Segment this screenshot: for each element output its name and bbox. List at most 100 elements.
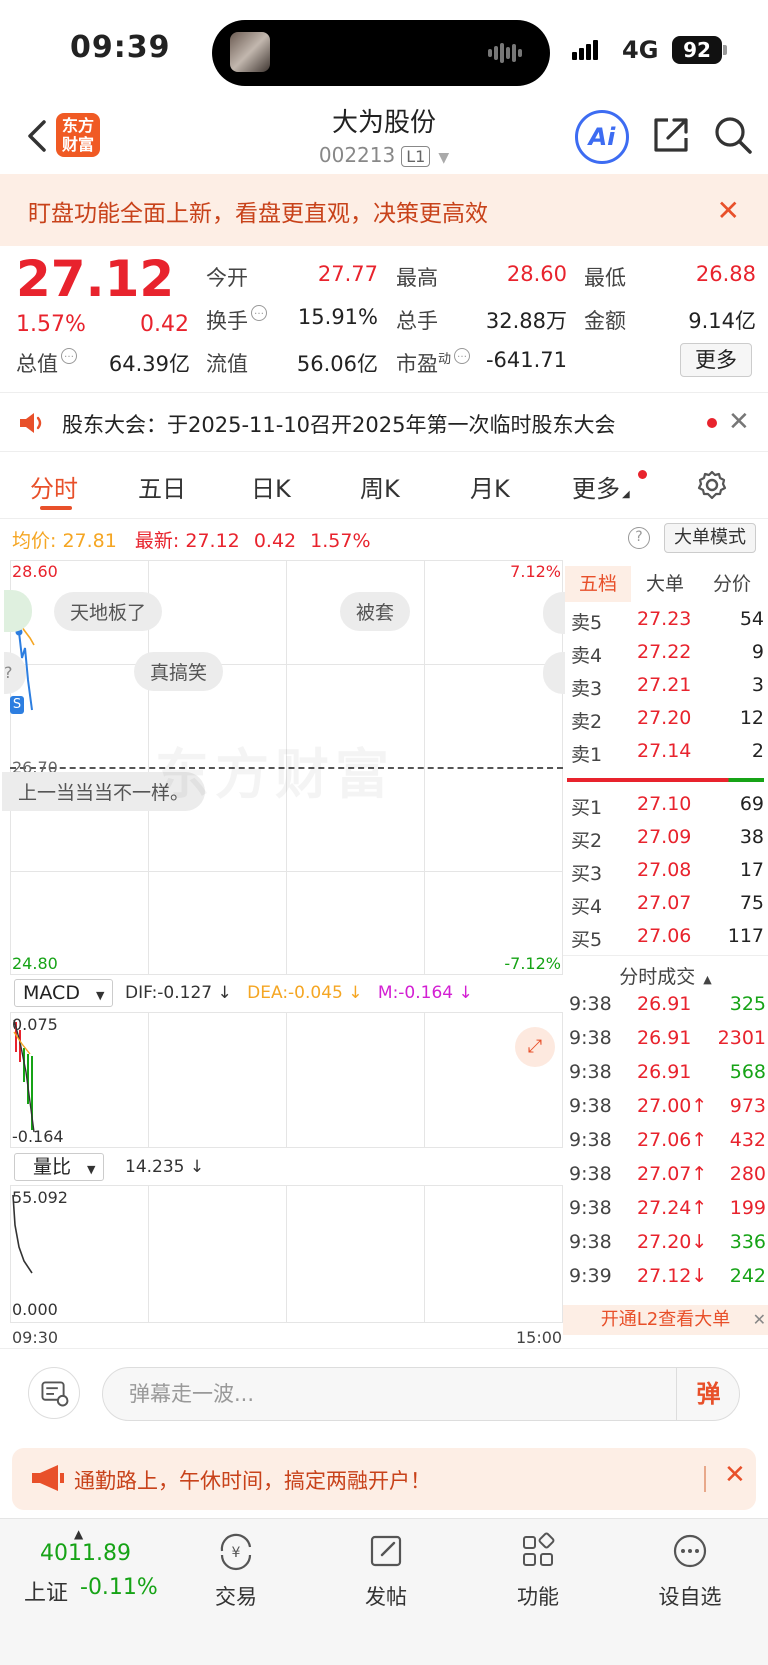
bid-vol: 117 [727,925,764,947]
amount-value: 9.14亿 [688,309,756,333]
tab-five-level[interactable]: 五档 [565,566,631,602]
danmaku-settings-icon[interactable] [28,1367,80,1419]
bid-label: 买5 [571,929,603,951]
share-icon[interactable] [650,114,692,156]
tab-price-dist[interactable]: 分价 [699,566,765,602]
time-start-label: 09:30 [12,1328,59,1347]
macd-dea: DEA:-0.045 ↓ [247,983,363,1003]
tab-more[interactable]: 更多 ◢ [572,469,630,504]
promo-banner[interactable]: 通勤路上，午休时间，搞定两融开户！ ✕ [12,1448,756,1510]
order-book: 五档 大单 分价 卖5 27.23 54 卖4 27.22 9 卖3 27.21 3 卖2 2… [563,560,768,1340]
tick-price: 26.91 [637,1061,692,1083]
tab-weekly-k[interactable]: 周K [360,469,400,504]
low-value: 26.88 [695,262,756,286]
macd-name: MACD [23,982,80,1004]
pct-low-label: -7.12% [504,954,561,973]
bid-vol: 75 [739,892,764,914]
nav-functions-label: 功能 [517,1585,559,1609]
notice-bar[interactable]: 股东大会：于2025-11-10召开2025年第一次临时股东大会 [0,392,768,452]
ask-vol: 3 [751,674,764,696]
tick-price: 26.91 [637,993,692,1015]
notice-text: 股东大会：于2025-11-10召开2025年第一次临时股东大会 [62,413,616,437]
current-price: 27.12 [16,250,175,308]
info-icon[interactable]: … [61,348,77,364]
feature-banner[interactable]: 盯盘功能全面上新，看盘更直观，决策更高效 ✕ [0,174,768,246]
tab-monthly-k[interactable]: 月K [470,469,510,504]
tick-header[interactable]: 分时成交 ▲ [563,955,768,989]
danmaku-bubble[interactable]: 真搞笑 [134,652,224,691]
more-button[interactable]: 更多 [680,343,752,377]
bid-row: 买1 27.10 69 [567,793,764,825]
grid-line [148,1185,149,1323]
tick-vol: 199 [729,1197,766,1219]
battery-cap [723,45,727,55]
close-icon[interactable]: ✕ [724,1460,746,1490]
nav-add-watchlist[interactable]: 设自选 [640,1529,740,1611]
close-icon[interactable]: ✕ [728,407,750,437]
nav-post[interactable]: 发帖 [336,1529,436,1611]
ask-vol: 2 [751,740,764,762]
total-mv-label-text: 总值 [16,352,58,376]
low-label: 最低 [584,266,626,290]
tick-row: 9:38 26.91 325 [569,993,766,1027]
nav-functions[interactable]: 功能 [488,1529,588,1611]
tick-vol: 2301 [717,1027,766,1049]
bottom-nav: ▲ 4011.89 上证 -0.11% ¥ 交易 发帖 功能 设自选 [0,1518,768,1665]
tab-daily-k[interactable]: 日K [251,469,291,504]
ask-price: 27.22 [637,641,692,663]
grid-icon [523,1532,555,1566]
turnover-label: 换手… [206,305,267,335]
status-time: 09:39 [70,30,171,65]
danmaku-bubble[interactable]: 天地板了 [54,592,163,631]
tick-price: 27.20↓ [637,1231,708,1253]
close-icon[interactable]: ✕ [717,194,740,227]
l2-upgrade-bar[interactable]: 开通L2查看大单 ✕ [563,1305,768,1335]
trade-icon: ¥ [220,1533,252,1571]
nav-trade-label: 交易 [215,1585,257,1609]
bid-vol: 17 [739,859,764,881]
tick-row: 9:38 27.06↑ 432 [569,1129,766,1163]
tab-intraday[interactable]: 分时 [30,469,78,504]
ask-vol: 12 [739,707,764,729]
search-icon[interactable] [712,114,754,156]
danmaku-input[interactable]: 弹幕走一波... [102,1367,740,1421]
promo-text: 通勤路上，午休时间，搞定两融开户！ [74,1469,431,1493]
tab-big-order[interactable]: 大单 [633,566,697,602]
ask-price: 27.21 [637,674,692,696]
bid-price: 27.06 [637,925,692,947]
bid-row: 买5 27.06 117 [567,925,764,957]
bid-price: 27.07 [637,892,692,914]
tick-vol: 432 [729,1129,766,1151]
high-label: 最高 [396,266,438,290]
audio-wave-icon [488,42,528,64]
ask-row: 卖1 27.14 2 [567,740,764,772]
tick-row: 9:38 27.24↑ 199 [569,1197,766,1231]
l2-text: 开通L2查看大单 [600,1309,731,1330]
bid-label: 买2 [571,830,603,852]
macd-m: M:-0.164 ↓ [377,983,473,1003]
tab-five-day[interactable]: 五日 [138,469,186,504]
nav-add-watchlist-label: 设自选 [658,1585,722,1609]
danmaku-send-button[interactable]: 弹 [676,1367,740,1421]
banner-text: 盯盘功能全面上新，看盘更直观，决策更高效 [28,201,488,227]
watermark: 东方财富 [155,730,395,809]
battery-level: 92 [672,36,722,64]
close-icon[interactable]: ✕ [753,1305,766,1335]
expand-icon[interactable]: ⤢ [515,1027,555,1067]
info-icon[interactable]: … [454,348,471,364]
help-icon[interactable]: ? [628,527,650,549]
status-bar: 09:39 4G 92 [0,0,768,100]
macd-selector[interactable]: MACD ▼ [14,979,114,1007]
ask-label: 卖4 [571,645,603,667]
settings-gear-icon[interactable] [696,469,728,501]
index-name: 上证 [24,1581,69,1606]
ask-vol: 9 [751,641,764,663]
vol-ratio-selector[interactable]: 量比 ▼ [14,1153,105,1181]
info-icon[interactable]: … [251,305,267,321]
ask-price: 27.23 [637,608,692,630]
danmaku-bubble[interactable]: 被套 [340,592,411,631]
big-order-mode-button[interactable]: 大单模式 [664,523,756,553]
ai-assistant-icon[interactable]: Ai [575,110,629,164]
buy-sell-ratio-bar [567,778,764,782]
nav-trade[interactable]: ¥ 交易 [186,1529,286,1611]
